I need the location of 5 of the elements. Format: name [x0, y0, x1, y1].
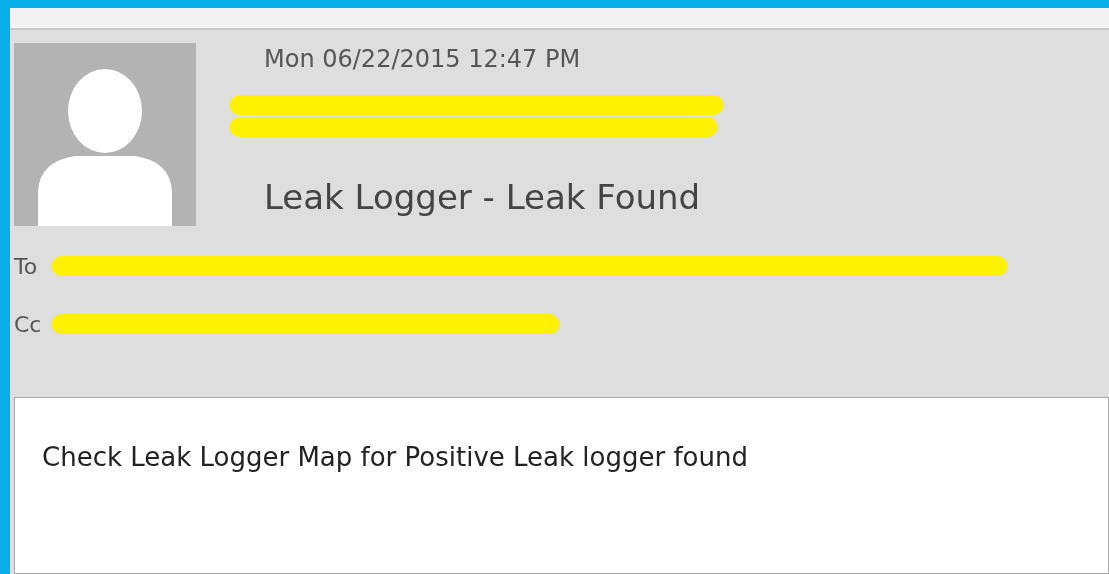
sent-date: Mon 06/22/2015 12:47 PM	[264, 45, 582, 73]
message-subject: Leak Logger - Leak Found	[264, 177, 702, 217]
recipient-label: Cc	[14, 311, 42, 337]
body-text: Check Leak Logger Map for Positive Leak logger found	[42, 442, 748, 472]
recipient-label: To	[14, 253, 39, 279]
